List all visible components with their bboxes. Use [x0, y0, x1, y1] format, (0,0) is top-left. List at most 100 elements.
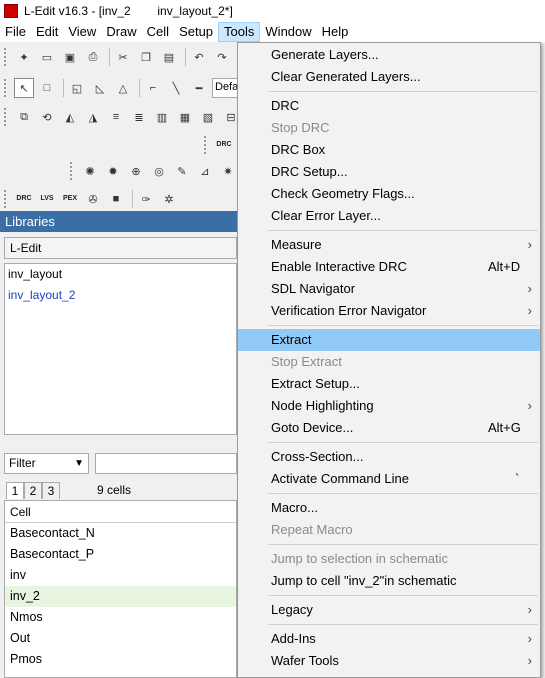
menu-item-enable-interactive-drc[interactable]: Enable Interactive DRC Alt+D	[238, 256, 540, 278]
bulb-icon[interactable]: ◎	[149, 161, 169, 181]
menu-item-extract[interactable]: Extract	[238, 329, 540, 351]
menu-separator	[268, 91, 538, 92]
wire-tool-icon[interactable]: ⌐	[143, 78, 163, 98]
menu-item-wafer-tools[interactable]: Wafer Tools ›	[238, 650, 540, 672]
menu-item-activate-command-line[interactable]: Activate Command Line `	[238, 468, 540, 490]
diagonal-wire-icon[interactable]: ╲	[166, 78, 186, 98]
group-icon[interactable]: ▦	[175, 107, 195, 127]
submenu-arrow-icon: ›	[527, 602, 532, 617]
library-item[interactable]: inv_layout_2	[5, 285, 236, 306]
cell-column-header[interactable]: Cell	[5, 501, 236, 523]
toolbar-grip[interactable]	[4, 79, 10, 97]
print-icon[interactable]: ⎙	[83, 47, 103, 67]
toolbar-divider	[185, 48, 186, 66]
copy-icon[interactable]: ❐	[136, 47, 156, 67]
toolbar-grip[interactable]	[4, 108, 10, 126]
layer-combo[interactable]: Defa	[212, 78, 240, 98]
probe-pen-icon[interactable]: ✑	[136, 189, 156, 209]
cell-row-selected[interactable]: inv_2	[5, 586, 236, 607]
save-icon[interactable]: ▣	[60, 47, 80, 67]
flip-vertical-icon[interactable]: ◮	[83, 107, 103, 127]
menu-item-generate-layers[interactable]: Generate Layers...	[238, 44, 540, 66]
toolbar-grip[interactable]	[204, 136, 210, 154]
rotate-icon[interactable]: ⟲	[37, 107, 57, 127]
triangle-tool-icon[interactable]: △	[113, 78, 133, 98]
drc-run-icon[interactable]: DRC	[214, 135, 234, 155]
probe-icon[interactable]: ✷	[218, 161, 238, 181]
toolbar-edit: ⧉ ⟲ ◭ ◮ ≡ ≣ ▥ ▦ ▧ ⊟	[0, 104, 244, 130]
menu-item-clear-error-layer[interactable]: Clear Error Layer...	[238, 205, 540, 227]
menu-item-check-geometry-flags[interactable]: Check Geometry Flags...	[238, 183, 540, 205]
menu-item-drc-setup[interactable]: DRC Setup...	[238, 161, 540, 183]
library-combo[interactable]: L-Edit	[4, 237, 237, 259]
submenu-arrow-icon: ›	[527, 653, 532, 668]
wrench-icon[interactable]: ✇	[83, 189, 103, 209]
box-tool-icon[interactable]: □	[37, 78, 57, 98]
align-center-icon[interactable]: ≣	[129, 107, 149, 127]
menu-item-drc[interactable]: DRC	[238, 95, 540, 117]
cell-row[interactable]: Basecontact_P	[5, 544, 236, 565]
menu-item-drc-box[interactable]: DRC Box	[238, 139, 540, 161]
align-left-icon[interactable]: ≡	[106, 107, 126, 127]
menu-view[interactable]: View	[63, 22, 101, 42]
menu-item-node-highlighting[interactable]: Node Highlighting ›	[238, 395, 540, 417]
tab-page-3[interactable]: 3	[42, 482, 60, 499]
bug-icon[interactable]: ✲	[159, 189, 179, 209]
toolbar-grip[interactable]	[70, 162, 76, 180]
cell-row[interactable]: Nmos	[5, 607, 236, 628]
filter-select[interactable]: Filter ▼	[4, 453, 89, 474]
paste-icon[interactable]: ▤	[159, 47, 179, 67]
pex-button[interactable]: PEX	[60, 189, 80, 209]
terminal-icon[interactable]: ■	[106, 189, 126, 209]
menu-item-macro[interactable]: Macro...	[238, 497, 540, 519]
tab-page-1[interactable]: 1	[6, 482, 24, 499]
menu-tools[interactable]: Tools	[218, 22, 261, 42]
undo-icon[interactable]: ↶	[189, 47, 209, 67]
menu-item-jump-to-cell[interactable]: Jump to cell "inv_2"in schematic	[238, 570, 540, 592]
menu-file[interactable]: File	[0, 22, 31, 42]
ungroup-icon[interactable]: ▧	[198, 107, 218, 127]
flip-horizontal-icon[interactable]: ◭	[60, 107, 80, 127]
cell-row[interactable]: Pmos	[5, 649, 236, 670]
select-pointer-icon[interactable]: ↖	[14, 78, 34, 98]
zoom-icon[interactable]: ⊕	[126, 161, 146, 181]
menu-item-legacy[interactable]: Legacy ›	[238, 599, 540, 621]
cell-row[interactable]: inv	[5, 565, 236, 586]
menu-item-cross-section[interactable]: Cross-Section...	[238, 446, 540, 468]
new-file-icon[interactable]: ✦	[14, 47, 34, 67]
line-tool-icon[interactable]: ━	[189, 78, 209, 98]
lvs-button[interactable]: LVS	[37, 189, 57, 209]
menu-item-sdl-navigator[interactable]: SDL Navigator ›	[238, 278, 540, 300]
cut-icon[interactable]: ✂	[113, 47, 133, 67]
menu-item-verification-error-navigator[interactable]: Verification Error Navigator ›	[238, 300, 540, 322]
menu-item-extract-setup[interactable]: Extract Setup...	[238, 373, 540, 395]
menu-item-goto-device[interactable]: Goto Device... Alt+G	[238, 417, 540, 439]
cell-row[interactable]: Out	[5, 628, 236, 649]
drc-button[interactable]: DRC	[14, 189, 34, 209]
cell-row[interactable]: Basecontact_N	[5, 523, 236, 544]
toolbar-grip[interactable]	[4, 48, 10, 66]
filter-input[interactable]	[95, 453, 237, 474]
menu-help[interactable]: Help	[317, 22, 354, 42]
menu-setup[interactable]: Setup	[174, 22, 218, 42]
menu-cell[interactable]: Cell	[142, 22, 174, 42]
menu-item-clear-generated-layers[interactable]: Clear Generated Layers...	[238, 66, 540, 88]
orthogonal-polygon-icon[interactable]: ◺	[90, 78, 110, 98]
pencil-icon[interactable]: ✎	[172, 161, 192, 181]
toolbar-grip[interactable]	[4, 190, 10, 208]
menu-window[interactable]: Window	[260, 22, 316, 42]
tab-page-2[interactable]: 2	[24, 482, 42, 499]
menu-item-add-ins[interactable]: Add-Ins ›	[238, 628, 540, 650]
menu-edit[interactable]: Edit	[31, 22, 63, 42]
redo-icon[interactable]: ↷	[212, 47, 232, 67]
node-highlight-icon[interactable]: ✺	[80, 161, 100, 181]
net-trace-icon[interactable]: ✹	[103, 161, 123, 181]
ruler-icon[interactable]: ⊿	[195, 161, 215, 181]
open-folder-icon[interactable]: ▭	[37, 47, 57, 67]
menu-draw[interactable]: Draw	[101, 22, 141, 42]
polygon-tool-icon[interactable]: ◱	[67, 78, 87, 98]
library-item[interactable]: inv_layout	[5, 264, 236, 285]
duplicate-icon[interactable]: ⧉	[14, 107, 34, 127]
menu-item-measure[interactable]: Measure ›	[238, 234, 540, 256]
distribute-icon[interactable]: ▥	[152, 107, 172, 127]
